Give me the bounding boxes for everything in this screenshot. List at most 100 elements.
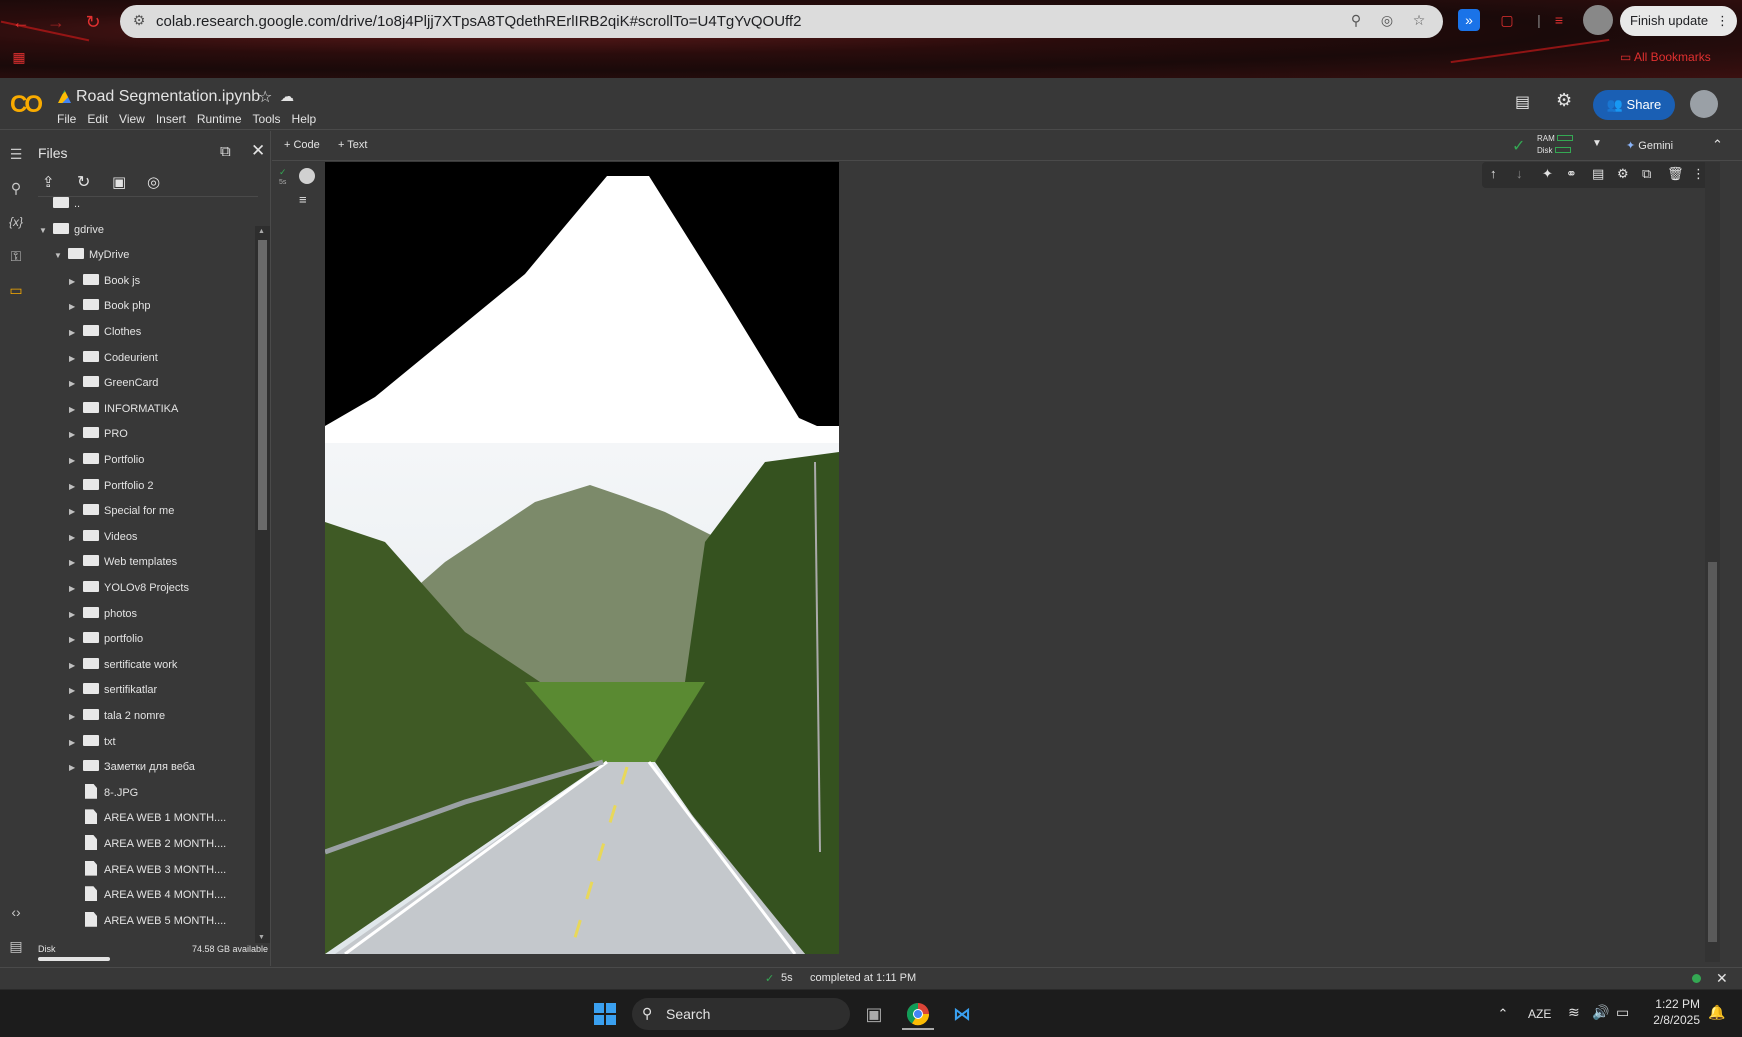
- show-hidden-icons[interactable]: ⌃: [1487, 998, 1519, 1030]
- expand-arrow-icon[interactable]: ▶: [69, 296, 81, 318]
- collapse-arrow-icon[interactable]: ▼: [39, 220, 51, 242]
- folder-item[interactable]: ▶ Clothes: [69, 321, 141, 343]
- expand-arrow-icon[interactable]: ▶: [69, 271, 81, 293]
- run-cell-button[interactable]: [299, 168, 315, 184]
- scroll-down-icon[interactable]: ▼: [258, 934, 265, 941]
- taskbar-search[interactable]: ⚲ Search: [632, 998, 850, 1030]
- notebook-title[interactable]: Road Segmentation.ipynb: [76, 88, 260, 106]
- folder-item[interactable]: ▶ Codeurient: [69, 347, 158, 369]
- folder-item[interactable]: ▶ Book php: [69, 295, 150, 317]
- chrome-icon[interactable]: [902, 998, 934, 1030]
- menu-tools[interactable]: Tools: [253, 112, 281, 126]
- wifi-icon[interactable]: ≋: [1568, 1004, 1580, 1021]
- gemini-button[interactable]: ✦ Gemini: [1626, 139, 1673, 152]
- extension-icon[interactable]: »: [1458, 9, 1480, 31]
- scrollbar-thumb[interactable]: [258, 240, 267, 530]
- expand-arrow-icon[interactable]: ▶: [69, 399, 81, 421]
- folder-item[interactable]: ▶ INFORMATIKA: [69, 398, 178, 420]
- folder-item[interactable]: ..: [39, 193, 80, 215]
- folder-item[interactable]: ▼ gdrive: [39, 219, 104, 241]
- runtime-dropdown-icon[interactable]: ▼: [1592, 138, 1602, 149]
- output-menu-icon[interactable]: ≡: [299, 192, 307, 207]
- hide-files-icon[interactable]: ◎: [147, 173, 160, 191]
- star-icon[interactable]: ☆: [1410, 12, 1428, 30]
- files-folder-icon[interactable]: ▭: [5, 279, 27, 301]
- add-text-button[interactable]: + Text: [338, 139, 367, 151]
- code-snippets-icon[interactable]: ‹›: [5, 901, 27, 923]
- folder-item[interactable]: ▶ Portfolio 2: [69, 475, 154, 497]
- task-view-icon[interactable]: ▣: [858, 998, 890, 1030]
- secrets-key-icon[interactable]: ⚿: [5, 245, 27, 267]
- move-up-icon[interactable]: ↑: [1490, 166, 1497, 181]
- comment-icon[interactable]: ▤: [1592, 166, 1604, 182]
- battery-icon[interactable]: ▭: [1616, 1004, 1629, 1021]
- menu-insert[interactable]: Insert: [156, 112, 186, 126]
- resource-monitor[interactable]: RAM Disk: [1537, 133, 1574, 157]
- menu-edit[interactable]: Edit: [87, 112, 108, 126]
- move-down-icon[interactable]: ↓: [1516, 166, 1523, 181]
- link-icon[interactable]: ⚭: [1566, 166, 1577, 182]
- taskbar-clock[interactable]: 1:22 PM 2/8/2025: [1640, 996, 1700, 1028]
- settings-icon[interactable]: ⚙: [1556, 90, 1572, 111]
- back-icon[interactable]: ←: [10, 11, 32, 33]
- profile-avatar[interactable]: [1583, 5, 1613, 35]
- file-item[interactable]: 8-.JPG: [69, 782, 138, 804]
- folder-item[interactable]: ▶ Portfolio: [69, 449, 144, 471]
- comment-icon[interactable]: ▤: [1515, 92, 1530, 112]
- menu-help[interactable]: Help: [292, 112, 317, 126]
- expand-arrow-icon[interactable]: ▶: [69, 680, 81, 702]
- file-item[interactable]: AREA WEB 1 MONTH....: [69, 807, 226, 829]
- upload-file-icon[interactable]: ⇪: [42, 173, 55, 191]
- expand-arrow-icon[interactable]: ▶: [69, 501, 81, 523]
- close-icon[interactable]: ✕: [251, 141, 265, 161]
- expand-arrow-icon[interactable]: ▶: [69, 757, 81, 779]
- menu-file[interactable]: File: [57, 112, 76, 126]
- scrollbar-thumb[interactable]: [1708, 562, 1717, 942]
- expand-arrow-icon[interactable]: ▶: [69, 629, 81, 651]
- expand-arrow-icon[interactable]: ▶: [69, 604, 81, 626]
- windows-start-icon[interactable]: [589, 998, 621, 1030]
- sparkle-icon[interactable]: ✦: [1542, 166, 1553, 182]
- apps-icon[interactable]: ▦: [8, 46, 30, 68]
- delete-icon[interactable]: 🗑: [1667, 166, 1684, 182]
- eye-off-icon[interactable]: ◎: [1378, 12, 1396, 30]
- folder-item[interactable]: ▶ photos: [69, 603, 137, 625]
- folder-item[interactable]: ▶ Videos: [69, 526, 137, 548]
- folder-item[interactable]: ▶ Book js: [69, 270, 140, 292]
- notification-bell-icon[interactable]: 🔔: [1708, 1004, 1725, 1021]
- folder-item[interactable]: ▶ YOLOv8 Projects: [69, 577, 189, 599]
- mount-drive-icon[interactable]: ▣: [112, 173, 126, 191]
- folder-item[interactable]: ▶ tala 2 nomre: [69, 705, 165, 727]
- search-icon[interactable]: ⚲: [5, 177, 27, 199]
- volume-icon[interactable]: 🔊: [1592, 1004, 1609, 1021]
- expand-arrow-icon[interactable]: ▶: [69, 322, 81, 344]
- all-bookmarks-link[interactable]: ▭ All Bookmarks: [1620, 50, 1711, 64]
- expand-arrow-icon[interactable]: ▶: [69, 578, 81, 600]
- expand-arrow-icon[interactable]: ▶: [69, 373, 81, 395]
- vscode-icon[interactable]: ⋈: [946, 998, 978, 1030]
- folder-item[interactable]: ▶ PRO: [69, 423, 128, 445]
- forward-icon[interactable]: →: [45, 11, 67, 33]
- reload-icon[interactable]: ↻: [82, 11, 104, 33]
- menu-view[interactable]: View: [119, 112, 145, 126]
- expand-arrow-icon[interactable]: ▶: [69, 732, 81, 754]
- zoom-icon[interactable]: ⚲: [1347, 12, 1365, 30]
- star-icon[interactable]: ☆: [258, 87, 272, 107]
- file-item[interactable]: AREA WEB 3 MONTH....: [69, 859, 226, 881]
- mirror-cell-icon[interactable]: ⧉: [1642, 166, 1651, 182]
- folder-item[interactable]: ▶ Web templates: [69, 551, 177, 573]
- expand-arrow-icon[interactable]: ▶: [69, 527, 81, 549]
- language-indicator[interactable]: AZE: [1528, 1007, 1551, 1021]
- reading-list-icon[interactable]: ≡: [1548, 9, 1570, 31]
- file-tree-scrollbar[interactable]: ▲ ▼: [255, 226, 270, 943]
- expand-arrow-icon[interactable]: ▶: [69, 706, 81, 728]
- expand-arrow-icon[interactable]: ▶: [69, 348, 81, 370]
- expand-arrow-icon[interactable]: ▶: [69, 450, 81, 472]
- file-item[interactable]: AREA WEB 2 MONTH....: [69, 833, 226, 855]
- collapse-arrow-icon[interactable]: ▼: [54, 245, 66, 267]
- expand-arrow-icon[interactable]: ▶: [69, 476, 81, 498]
- expand-arrow-icon[interactable]: ▶: [69, 552, 81, 574]
- add-code-button[interactable]: + Code: [284, 139, 320, 151]
- toc-icon[interactable]: ☰: [5, 143, 27, 165]
- folder-item[interactable]: ▶ sertificate work: [69, 654, 177, 676]
